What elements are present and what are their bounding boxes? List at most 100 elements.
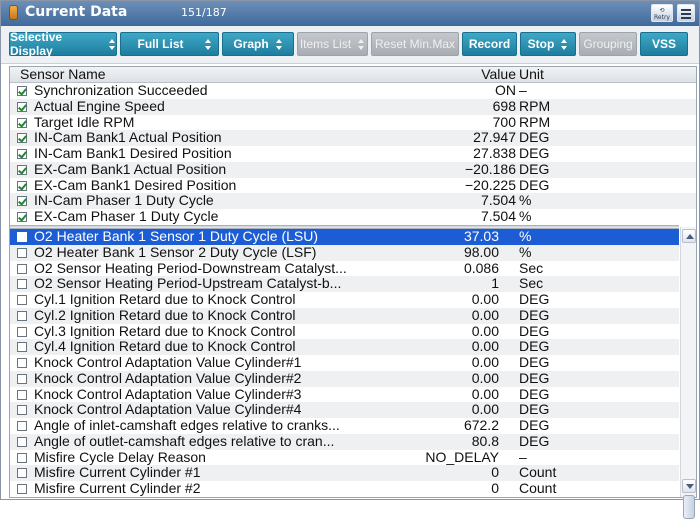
- sensor-value: 37.03: [463, 228, 499, 244]
- row-checkbox[interactable]: [17, 101, 27, 112]
- table-row[interactable]: Misfire Cycle Delay Reason NO_DELAY –: [10, 448, 679, 466]
- title-bar: Current Data 151/187 ⟲ Retry: [1, 1, 699, 26]
- sensor-value: 7.504: [480, 208, 516, 224]
- row-checkbox[interactable]: [17, 295, 27, 305]
- items-list-label: Items List: [299, 37, 352, 51]
- full-list-button[interactable]: Full List: [120, 32, 219, 56]
- sensor-unit: %: [519, 192, 532, 209]
- row-checkbox[interactable]: [17, 263, 27, 274]
- sensor-name: Angle of outlet-camshaft edges relative …: [34, 432, 335, 449]
- table-row[interactable]: Synchronization Succeeded ON –: [10, 82, 696, 99]
- sensor-value: 700: [492, 113, 516, 130]
- row-checkbox[interactable]: [17, 405, 27, 416]
- reset-min-max-button[interactable]: Reset Min.Max: [371, 32, 459, 56]
- vss-button[interactable]: VSS: [640, 32, 688, 56]
- row-checkbox[interactable]: [17, 117, 27, 128]
- table-row[interactable]: O2 Sensor Heating Period-Upstream Cataly…: [10, 275, 679, 292]
- updown-chevron-icon: [275, 38, 283, 50]
- sensor-unit: %: [519, 208, 532, 224]
- table-row[interactable]: Knock Control Adaptation Value Cylinder#…: [10, 401, 679, 418]
- table-row[interactable]: Cyl.2 Ignition Retard due to Knock Contr…: [10, 307, 679, 324]
- row-checkbox[interactable]: [17, 310, 27, 321]
- updown-chevron-icon: [358, 38, 365, 50]
- row-checkbox[interactable]: [17, 196, 27, 207]
- row-checkbox[interactable]: [17, 326, 27, 337]
- row-checkbox[interactable]: [17, 86, 27, 96]
- scroll-down-arrow-icon[interactable]: [682, 479, 696, 493]
- sensor-name: IN-Cam Bank1 Actual Position: [34, 129, 222, 146]
- row-checkbox[interactable]: [17, 180, 27, 191]
- list-view-button[interactable]: [677, 4, 695, 22]
- column-header-value[interactable]: Value: [481, 66, 516, 82]
- table-row[interactable]: Actual Engine Speed 698 RPM: [10, 97, 696, 115]
- stop-button[interactable]: Stop: [520, 32, 576, 56]
- sensor-value: NO_DELAY: [425, 448, 499, 465]
- sensor-name: IN-Cam Phaser 1 Duty Cycle: [34, 192, 214, 209]
- sensor-name: Angle of inlet-camshaft edges relative t…: [34, 417, 340, 433]
- row-checkbox[interactable]: [17, 389, 27, 400]
- table-row[interactable]: EX-Cam Bank1 Actual Position −20.186 DEG: [10, 161, 696, 178]
- scrollable-sensor-list[interactable]: O2 Heater Bank 1 Sensor 1 Duty Cycle (LS…: [10, 228, 679, 497]
- sensor-value: 27.838: [473, 145, 516, 161]
- row-checkbox[interactable]: [17, 133, 27, 144]
- vertical-scrollbar[interactable]: [680, 227, 696, 519]
- row-checkbox[interactable]: [17, 164, 27, 175]
- scroll-thumb[interactable]: [683, 495, 695, 519]
- row-checkbox[interactable]: [17, 452, 27, 463]
- table-row[interactable]: EX-Cam Bank1 Desired Position −20.225 DEG: [10, 177, 696, 194]
- record-button[interactable]: Record: [462, 32, 517, 56]
- table-row[interactable]: O2 Heater Bank 1 Sensor 2 Duty Cycle (LS…: [10, 244, 679, 261]
- sensor-unit: DEG: [519, 401, 550, 418]
- row-checkbox[interactable]: [17, 358, 27, 368]
- fixed-sensor-list: Synchronization Succeeded ON – Actual Engin…: [10, 82, 696, 225]
- sensor-value: 0.00: [471, 322, 499, 339]
- table-row[interactable]: Knock Control Adaptation Value Cylinder#…: [10, 354, 679, 371]
- row-checkbox[interactable]: [17, 484, 27, 494]
- sensor-value: 0.00: [471, 338, 499, 355]
- row-checkbox[interactable]: [17, 436, 27, 447]
- table-row[interactable]: O2 Sensor Heating Period-Downstream Cata…: [10, 260, 679, 277]
- items-list-button[interactable]: Items List: [297, 32, 368, 56]
- sensor-unit: Count: [519, 464, 557, 481]
- table-row[interactable]: IN-Cam Phaser 1 Duty Cycle 7.504%: [10, 192, 696, 209]
- scroll-up-arrow-icon[interactable]: [682, 229, 696, 243]
- sensor-name: Knock Control Adaptation Value Cylinder#…: [34, 354, 302, 370]
- graph-button[interactable]: Graph: [222, 32, 294, 56]
- updown-chevron-icon: [109, 38, 116, 50]
- row-checkbox[interactable]: [17, 247, 27, 258]
- retry-button[interactable]: ⟲ Retry: [651, 4, 673, 22]
- sensor-value: 698: [492, 97, 516, 114]
- row-checkbox[interactable]: [17, 279, 27, 290]
- selective-display-button[interactable]: Selective Display: [9, 30, 117, 58]
- row-checkbox[interactable]: [17, 232, 27, 242]
- sensor-name: Cyl.4 Ignition Retard due to Knock Contr…: [34, 338, 296, 355]
- table-row[interactable]: IN-Cam Bank1 Desired Position 27.838 DEG: [10, 145, 696, 162]
- sensor-name: Knock Control Adaptation Value Cylinder#…: [34, 385, 302, 402]
- table-row[interactable]: Target Idle RPM 700 RPM: [10, 113, 696, 131]
- page-count: 151/187: [181, 6, 227, 19]
- table-row[interactable]: IN-Cam Bank1 Actual Position 27.947 DEG: [10, 129, 696, 146]
- table-row[interactable]: Cyl.3 Ignition Retard due to Knock Contr…: [10, 322, 679, 340]
- row-checkbox[interactable]: [17, 212, 27, 222]
- sensor-unit: Count: [519, 480, 557, 496]
- table-row[interactable]: Angle of outlet-camshaft edges relative …: [10, 432, 679, 450]
- row-checkbox[interactable]: [17, 149, 27, 159]
- row-checkbox[interactable]: [17, 468, 27, 479]
- table-row[interactable]: Misfire Current Cylinder #2 0 Count: [10, 480, 679, 497]
- sensor-value: 7.504: [480, 192, 516, 209]
- table-row[interactable]: Angle of inlet-camshaft edges relative t…: [10, 417, 679, 434]
- table-row[interactable]: Knock Control Adaptation Value Cylinder#…: [10, 385, 679, 403]
- table-row[interactable]: Knock Control Adaptation Value Cylinder#…: [10, 370, 679, 387]
- row-checkbox[interactable]: [17, 421, 27, 431]
- row-checkbox[interactable]: [17, 373, 27, 384]
- row-checkbox[interactable]: [17, 342, 27, 353]
- grouping-button[interactable]: Grouping: [579, 32, 637, 56]
- table-row[interactable]: EX-Cam Phaser 1 Duty Cycle 7.504%: [10, 208, 696, 225]
- table-row[interactable]: Cyl.1 Ignition Retard due to Knock Contr…: [10, 291, 679, 308]
- sensor-name: Misfire Current Cylinder #2: [34, 480, 201, 496]
- table-row[interactable]: O2 Heater Bank 1 Sensor 1 Duty Cycle (LS…: [10, 228, 679, 245]
- table-row[interactable]: Cyl.4 Ignition Retard due to Knock Contr…: [10, 338, 679, 355]
- column-header-unit[interactable]: Unit: [519, 66, 544, 82]
- table-row[interactable]: Misfire Current Cylinder #1 0 Count: [10, 464, 679, 481]
- column-header-sensor-name[interactable]: Sensor Name: [20, 66, 106, 82]
